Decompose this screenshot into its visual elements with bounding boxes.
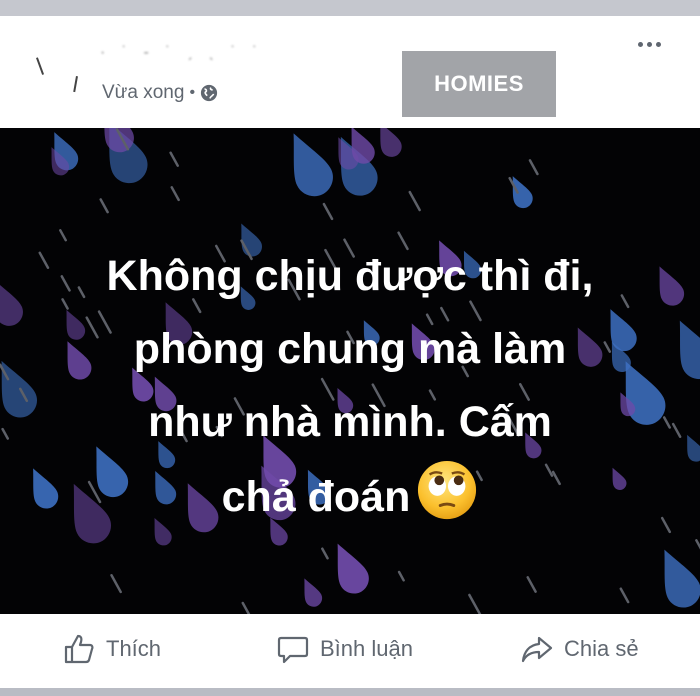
rain-drop [304, 578, 323, 607]
more-horizontal-icon[interactable] [638, 42, 661, 47]
rain-streak [322, 202, 334, 221]
timestamp[interactable]: Vừa xong [102, 82, 184, 104]
rain-streak [528, 159, 539, 176]
post-text-line-4-text: chả đoán [221, 473, 411, 521]
post-image[interactable]: Không chịu được thì đi, phòng chung mà l… [0, 128, 700, 614]
bottom-edge [0, 688, 700, 696]
post-text-line-4: chả đoán [0, 459, 700, 532]
rain-drop [664, 549, 700, 608]
rain-streak [321, 547, 329, 560]
rain-streak [241, 601, 251, 614]
meta-separator: • [189, 84, 196, 101]
rain-streak [468, 593, 482, 614]
rain-streak [110, 574, 122, 594]
avatar[interactable] [14, 38, 86, 110]
action-bar: Thích Bình luận Chia sẻ [0, 614, 700, 688]
rain-streak [59, 229, 67, 242]
face-with-rolling-eyes-emoji [418, 460, 477, 520]
rain-streak [99, 198, 109, 214]
post-text: Không chịu được thì đi, phòng chung mà l… [0, 240, 700, 532]
like-button[interactable]: Thích [62, 632, 161, 666]
comment-label: Bình luận [320, 636, 413, 661]
comment-button[interactable]: Bình luận [276, 632, 413, 666]
share-arrow-icon [521, 636, 553, 663]
post-meta: Vừa xong • [102, 82, 218, 104]
globe-icon [200, 84, 218, 102]
comment-bubble-icon [277, 636, 309, 664]
post-text-line-3: như nhà mình. Cấm [148, 398, 552, 446]
rain-drop [293, 133, 333, 197]
author-name[interactable]: · ˙ - ˙ ˏ ˎ ˙ ˙ [100, 44, 300, 66]
share-label: Chia sẻ [564, 636, 639, 661]
post-text-line-2: phòng chung mà làm [133, 325, 567, 373]
rain-streak [619, 587, 630, 604]
post-text-line-1: Không chịu được thì đi, [106, 252, 594, 300]
share-button[interactable]: Chia sẻ [520, 632, 639, 666]
rain-streak [408, 190, 421, 212]
rain-streak [526, 576, 537, 593]
thumbs-up-icon [64, 634, 94, 664]
homies-watermark: HOMIES [402, 51, 556, 117]
rain-streak [169, 151, 179, 167]
top-edge [0, 0, 700, 16]
like-label: Thích [106, 636, 162, 661]
rain-streak [170, 186, 180, 202]
rain-streak [695, 539, 700, 550]
rain-streak [397, 570, 405, 582]
rain-drop [337, 543, 369, 594]
rain-drop [380, 128, 402, 157]
